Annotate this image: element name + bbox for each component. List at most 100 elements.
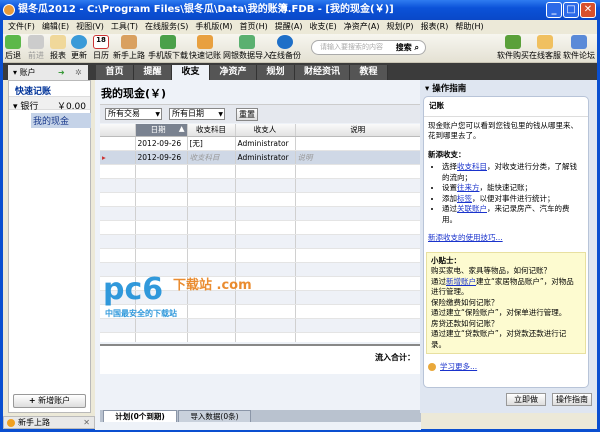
tab-import-data[interactable]: 导入数据(0条)	[178, 410, 251, 422]
tab-plans[interactable]: 计划(0个到期)	[103, 410, 177, 422]
menu-reminder[interactable]: 提醒(A)	[275, 20, 303, 34]
menu-assets[interactable]: 净资产(A)	[344, 20, 380, 34]
new-row-icon: ▸	[100, 150, 136, 165]
search-placeholder: 请输入要搜索的内容	[320, 43, 383, 51]
guide-header[interactable]: ▾ 操作指南	[420, 80, 597, 94]
cell-note[interactable]: 说明	[295, 150, 421, 165]
label: 新增账户	[38, 396, 71, 405]
linked-account-link[interactable]: 关联账户	[457, 204, 487, 213]
sort-asc-icon: ▲	[178, 124, 185, 134]
tag-link[interactable]: 标签	[457, 194, 472, 203]
label: 前进	[28, 51, 44, 60]
newbie-status-tab[interactable]: 新手上路 ✕	[3, 416, 95, 429]
online-backup-button[interactable]: 在线备份	[269, 35, 301, 61]
label: 新手上路	[18, 418, 50, 427]
menu-home[interactable]: 首页(H)	[239, 20, 267, 34]
table-row-new[interactable]: ▸ 2012-09-26 收支科目 Administrator 说明	[100, 150, 421, 165]
date-range-select[interactable]: 所有日期 ▼	[169, 108, 225, 120]
menu-income[interactable]: 收支(E)	[309, 20, 336, 34]
chevron-down-icon: ▼	[218, 111, 223, 118]
payee-link[interactable]: 往来方	[457, 183, 480, 192]
menu-edit[interactable]: 编辑(E)	[42, 20, 69, 34]
forward-button[interactable]: 前进	[28, 35, 44, 61]
do-now-button[interactable]: 立即做	[506, 393, 546, 406]
label: 搜索	[395, 43, 412, 52]
maximize-button[interactable]: □	[563, 2, 579, 18]
group-amount: ￥0.00	[56, 102, 86, 112]
cell-payee[interactable]: Administrator	[235, 150, 296, 165]
guide-panel: ▾ 操作指南 记账 现金账户您可以看到您钱包里的钱从哪里来、花到哪里去了。 新添…	[420, 80, 597, 413]
support-button[interactable]: 在线客服	[529, 35, 561, 61]
window-title: 银冬瓜2012 - C:\Program Files\银冬瓜\Data\我的账簿…	[18, 4, 394, 15]
menu-tools[interactable]: 工具(T)	[111, 20, 138, 34]
tip-answer: 通过新增账户建立“家居物品账户”，对物品进行管理。	[431, 277, 581, 298]
forum-button[interactable]: 软件论坛	[563, 35, 595, 61]
tab-reminder[interactable]: 提醒	[134, 65, 172, 80]
report-button[interactable]: 报表	[50, 35, 66, 61]
buy-button[interactable]: 软件购买	[497, 35, 529, 61]
col-category[interactable]: 收支科目	[187, 124, 236, 137]
transaction-type-select[interactable]: 所有交易 ▼	[105, 108, 162, 120]
cell-category[interactable]: [无]	[187, 136, 236, 151]
learn-more-link[interactable]: 学习更多...	[440, 362, 477, 371]
backup-icon	[277, 35, 293, 49]
close-icon[interactable]: ✕	[83, 417, 90, 428]
back-button[interactable]: 后退	[5, 35, 21, 61]
menu-online[interactable]: 在线服务(S)	[145, 20, 188, 34]
cell-date[interactable]: 2012-09-26	[135, 150, 188, 165]
minimize-button[interactable]: _	[546, 2, 562, 18]
menu-plan[interactable]: 规划(P)	[386, 20, 413, 34]
account-group-bank[interactable]: ▾ 银行 ￥0.00	[9, 96, 90, 112]
report-icon	[50, 35, 66, 49]
table-row[interactable]: 2012-09-26 [无] Administrator	[100, 136, 421, 151]
menu-file[interactable]: 文件(F)	[8, 20, 35, 34]
cell-date[interactable]: 2012-09-26	[135, 136, 188, 151]
search-input[interactable]: 请输入要搜索的内容 搜索 ⌕	[311, 40, 426, 55]
tab-tutorial[interactable]: 教程	[350, 65, 388, 80]
mobile-download-button[interactable]: 手机版下载	[148, 35, 188, 61]
empty-row	[100, 332, 421, 342]
quick-entry-button[interactable]: 快速记账	[189, 35, 221, 61]
empty-row	[100, 318, 421, 333]
tab-income-expense[interactable]: 收支	[172, 65, 210, 80]
menu-view[interactable]: 视图(V)	[76, 20, 104, 34]
tab-net-assets[interactable]: 净资产	[210, 65, 257, 80]
gear-icon[interactable]: ✲	[75, 65, 82, 80]
newbie-button[interactable]: 新手上路	[113, 35, 145, 61]
empty-row	[100, 220, 421, 235]
reset-button[interactable]: 重置	[236, 108, 258, 121]
menu-help[interactable]: 帮助(H)	[455, 20, 483, 34]
tab-planning[interactable]: 规划	[257, 65, 295, 80]
new-account-link[interactable]: 新增账户	[446, 277, 476, 286]
list-item: 通过关联账户，来记录房产、汽车的费用。	[442, 204, 584, 225]
text: 添加	[442, 193, 457, 203]
col-date[interactable]: 日期 ▲	[135, 124, 188, 137]
menu-report[interactable]: 报表(R)	[421, 20, 449, 34]
label: 软件购买	[497, 51, 529, 60]
empty-row	[100, 234, 421, 249]
cell-payee[interactable]: Administrator	[235, 136, 296, 151]
guide-button[interactable]: 操作指南	[552, 393, 592, 406]
menu-mobile[interactable]: 手机版(M)	[195, 20, 232, 34]
account-my-cash[interactable]: 我的现金	[31, 113, 91, 128]
col-payee[interactable]: 收支人	[235, 124, 296, 137]
category-link[interactable]: 收支科目	[457, 162, 487, 171]
calendar-button[interactable]: 18 日历	[93, 35, 109, 61]
guide-content: 记账 现金账户您可以看到您钱包里的钱从哪里来、花到哪里去了。 新添收支： 选择收…	[423, 96, 589, 388]
col-note[interactable]: 说明	[295, 124, 421, 137]
tab-finance-news[interactable]: 财经资讯	[295, 65, 350, 80]
quick-entry-link[interactable]: 快速记账	[9, 81, 90, 97]
online-import-button[interactable]: 网银数据导入	[223, 35, 271, 61]
add-account-button[interactable]: + 新增账户	[13, 394, 86, 408]
cell-note[interactable]	[295, 136, 421, 151]
newbie-icon	[7, 419, 15, 427]
label: 软件论坛	[563, 51, 595, 60]
add-account-arrow-icon[interactable]: ➜	[58, 65, 65, 80]
text: 设置	[442, 183, 457, 192]
cell-category[interactable]: 收支科目	[187, 150, 236, 165]
update-button[interactable]: 更新	[71, 35, 87, 61]
search-button[interactable]: 搜索 ⌕	[396, 41, 419, 54]
close-button[interactable]: ✕	[580, 2, 596, 18]
tab-home[interactable]: 首页	[96, 65, 134, 80]
tips-link[interactable]: 新添收支的使用技巧...	[428, 233, 503, 242]
